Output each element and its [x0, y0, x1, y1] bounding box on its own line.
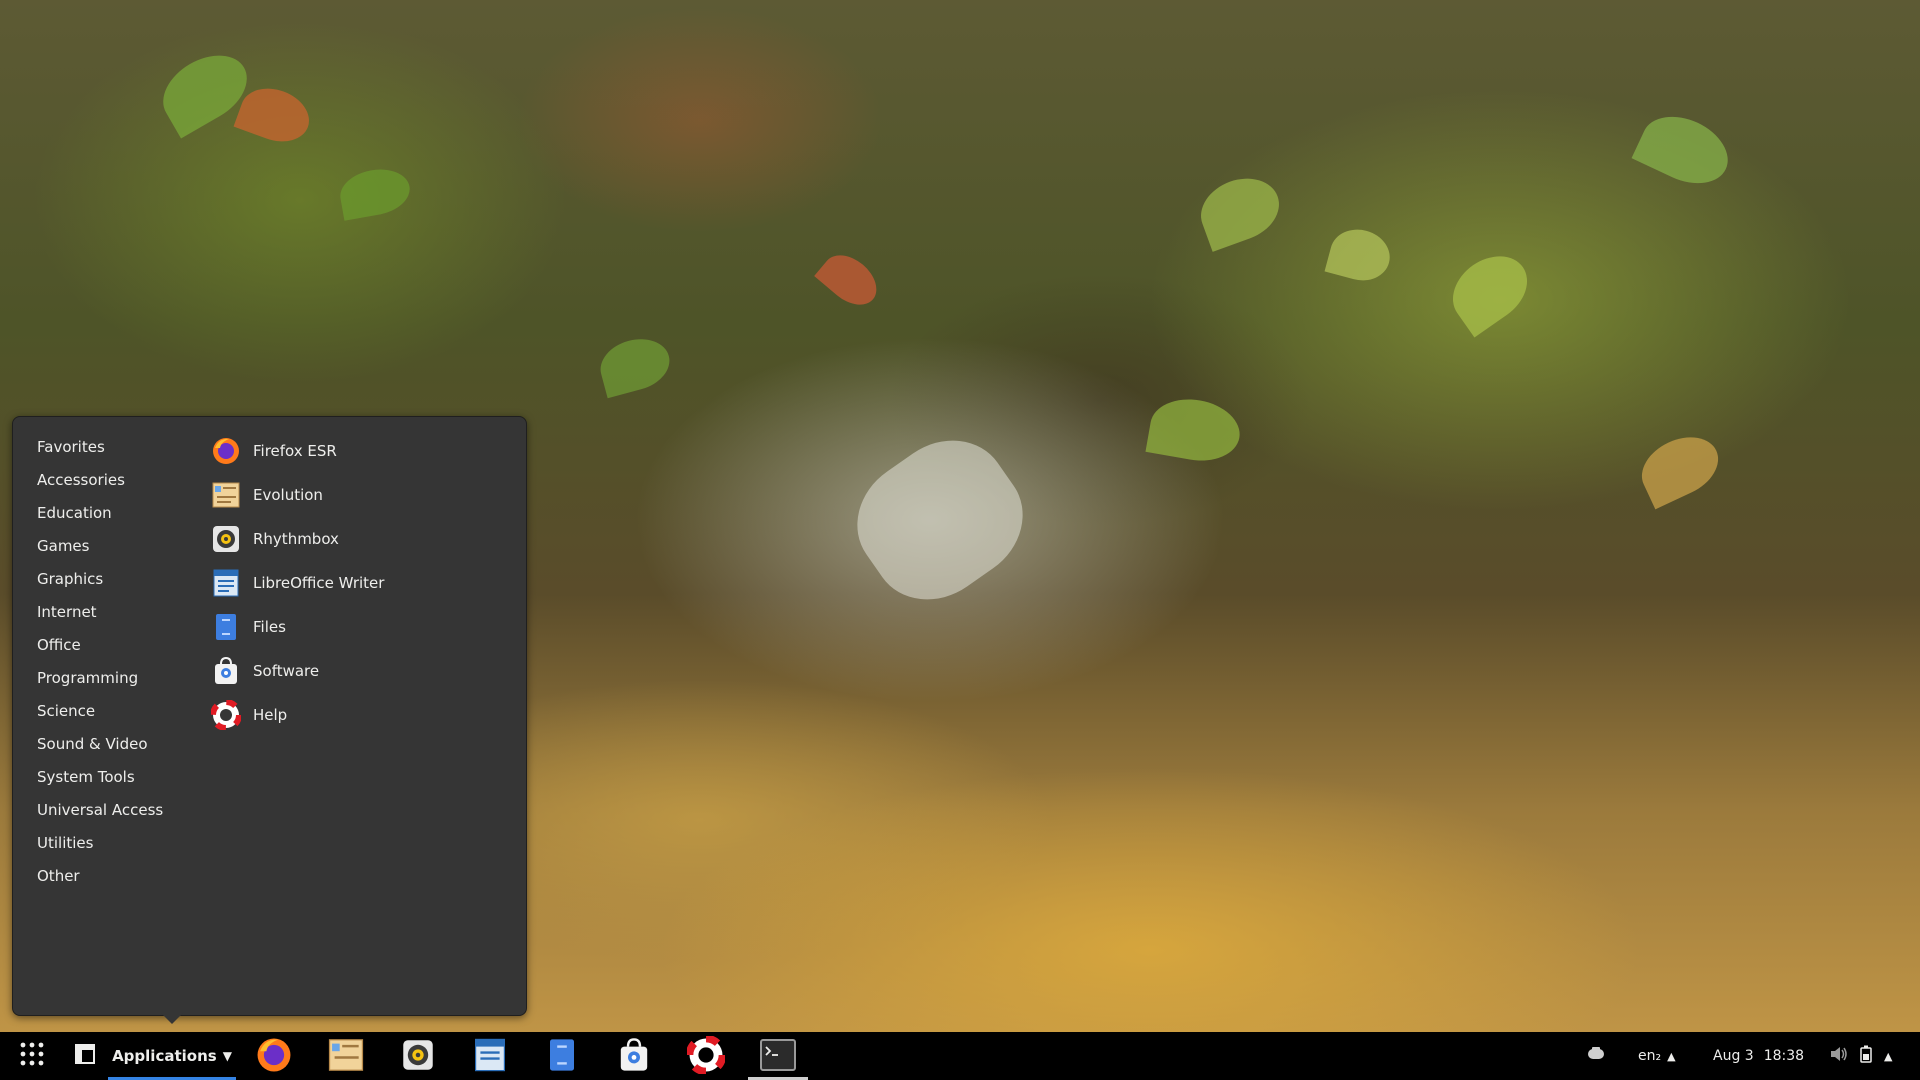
taskbar-help[interactable]	[685, 1034, 727, 1078]
category-programming[interactable]: Programming	[13, 662, 203, 695]
network-icon	[1586, 1045, 1606, 1067]
app-label: Firefox ESR	[253, 442, 337, 460]
battery-icon	[1860, 1045, 1872, 1067]
overview-button[interactable]	[70, 1032, 100, 1080]
app-label: Evolution	[253, 486, 323, 504]
taskbar-files[interactable]	[542, 1038, 582, 1076]
tray-network[interactable]	[1586, 1032, 1606, 1080]
app-label: Software	[253, 662, 320, 680]
chevron-up-icon: ▲	[1667, 1049, 1676, 1063]
bottom-panel: Applications ▼ en₂ ▲ Aug 3 18:38 ▲	[0, 1032, 1920, 1080]
tray-menu-button[interactable]: ▲	[1884, 1032, 1892, 1080]
libreoffice-writer-icon	[211, 568, 241, 598]
category-sound-video[interactable]: Sound & Video	[13, 728, 203, 761]
evolution-icon	[327, 1036, 365, 1078]
help-icon	[211, 700, 241, 730]
category-universal-access[interactable]: Universal Access	[13, 794, 203, 827]
tray-volume[interactable]	[1830, 1032, 1848, 1080]
category-other[interactable]: Other	[13, 860, 203, 893]
chevron-down-icon: ▼	[222, 1049, 232, 1063]
app-item-evolution[interactable]: Evolution	[211, 473, 511, 517]
window-overview-icon	[75, 1044, 95, 1068]
files-icon	[544, 1037, 580, 1077]
applications-button[interactable]: Applications ▼	[108, 1032, 236, 1080]
taskbar-firefox[interactable]	[254, 1038, 294, 1076]
category-education[interactable]: Education	[13, 497, 203, 530]
category-games[interactable]: Games	[13, 530, 203, 563]
app-label: Files	[253, 618, 286, 636]
firefox-icon	[255, 1036, 293, 1078]
app-item-libreoffice-writer[interactable]: LibreOffice Writer	[211, 561, 511, 605]
rhythmbox-icon	[211, 524, 241, 554]
taskbar-terminal[interactable]	[758, 1038, 798, 1076]
category-utilities[interactable]: Utilities	[13, 827, 203, 860]
app-grid-button[interactable]	[12, 1032, 52, 1080]
category-science[interactable]: Science	[13, 695, 203, 728]
applications-label: Applications	[112, 1047, 217, 1065]
clock-time: 18:38	[1763, 1048, 1805, 1064]
category-office[interactable]: Office	[13, 629, 203, 662]
category-system-tools[interactable]: System Tools	[13, 761, 203, 794]
category-favorites[interactable]: Favorites	[13, 431, 203, 464]
help-icon	[685, 1034, 727, 1078]
rhythmbox-icon	[401, 1038, 435, 1076]
taskbar-software[interactable]	[614, 1038, 654, 1076]
files-icon	[211, 612, 241, 642]
category-internet[interactable]: Internet	[13, 596, 203, 629]
taskbar-evolution[interactable]	[326, 1038, 366, 1076]
clock[interactable]: Aug 3 18:38	[1713, 1032, 1804, 1080]
evolution-icon	[211, 480, 241, 510]
category-graphics[interactable]: Graphics	[13, 563, 203, 596]
keyboard-layout-indicator[interactable]: en₂ ▲	[1638, 1032, 1676, 1080]
software-icon	[211, 656, 241, 686]
menu-pointer	[161, 1013, 183, 1024]
app-item-software[interactable]: Software	[211, 649, 511, 693]
category-list: Favorites Accessories Education Games Gr…	[13, 431, 203, 893]
app-list: Firefox ESR Evolution Rhythmbox LibreOff…	[211, 429, 511, 737]
app-item-help[interactable]: Help	[211, 693, 511, 737]
volume-icon	[1830, 1046, 1848, 1066]
keyboard-layout-label: en₂	[1638, 1048, 1662, 1064]
tray-battery[interactable]	[1860, 1032, 1872, 1080]
libreoffice-writer-icon	[472, 1037, 508, 1077]
app-label: Rhythmbox	[253, 530, 339, 548]
terminal-icon	[760, 1039, 796, 1075]
app-label: Help	[253, 706, 288, 724]
taskbar-libreoffice-writer[interactable]	[470, 1038, 510, 1076]
app-grid-icon	[18, 1040, 46, 1072]
applications-menu: Favorites Accessories Education Games Gr…	[12, 416, 527, 1016]
app-item-files[interactable]: Files	[211, 605, 511, 649]
app-label: LibreOffice Writer	[253, 574, 385, 592]
taskbar-rhythmbox[interactable]	[398, 1038, 438, 1076]
clock-date: Aug 3	[1713, 1048, 1754, 1064]
app-item-rhythmbox[interactable]: Rhythmbox	[211, 517, 511, 561]
firefox-icon	[211, 436, 241, 466]
chevron-up-icon: ▲	[1884, 1049, 1893, 1063]
software-icon	[616, 1037, 652, 1077]
category-accessories[interactable]: Accessories	[13, 464, 203, 497]
app-item-firefox[interactable]: Firefox ESR	[211, 429, 511, 473]
